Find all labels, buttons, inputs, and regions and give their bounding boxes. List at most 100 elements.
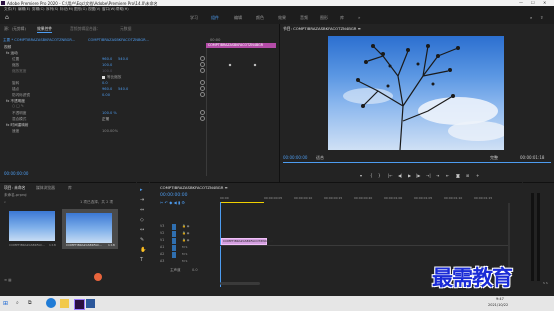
track-v2-label[interactable]: V2 [160,231,164,235]
go-to-out-button[interactable]: →| [426,173,431,178]
workspace-graphics[interactable]: 图形 [320,12,328,24]
track-mute-icon[interactable]: M S [182,259,187,263]
effect-time-remap[interactable]: fx 时间重映射 [6,123,29,128]
mask-tools-icon[interactable]: ○ □ ✎ [12,104,24,108]
keyframe-reset-icon[interactable] [200,86,205,91]
keyframe-reset-icon[interactable] [200,56,205,61]
workspace-color[interactable]: 颜色 [256,12,264,24]
type-tool-icon[interactable]: T [140,257,143,263]
add-marker-button[interactable]: ▾ [360,173,362,178]
clock-time[interactable]: 9:47 [496,297,504,301]
position-y[interactable]: 540.0 [118,57,128,61]
share-icon[interactable]: ⇪ [540,12,543,24]
keyframe-reset-icon[interactable] [200,62,205,67]
track-lock-icon[interactable]: 🔒 ◉ [182,224,189,228]
search-icon[interactable]: ⌕ [530,12,532,24]
scale-width-value[interactable]: 100.0 [102,69,112,73]
ec-clip-bar[interactable]: COMPTIBRAZASBKFACOTZN4BGR [206,43,276,48]
ripple-edit-tool-icon[interactable]: ⇔ [140,207,144,213]
workspace-effects[interactable]: 效果 [278,12,286,24]
compare-view-icon[interactable]: ⊞ [466,173,469,178]
opacity-value[interactable]: 100.0 % [102,111,117,115]
speed-value[interactable]: 100.00% [102,129,118,133]
time-ruler[interactable]: 00:00 00:00:00:05 00:00:00:10 00:00:00:1… [220,194,510,202]
clock-date[interactable]: 2021/10/22 [488,303,508,307]
mark-in-button[interactable]: { [370,173,373,178]
timeline-timecode[interactable]: 00:00:00:00 [160,193,187,198]
uniform-scale-checkbox[interactable] [102,76,105,79]
track-a2-label[interactable]: A2 [160,252,164,256]
work-area-bar[interactable] [220,202,264,203]
fit-select[interactable]: 适合 [316,155,324,161]
master-clip-label[interactable]: 主要 * COMPTIBRAZASBKFACOTZNBGR... [3,38,75,43]
timeline-video-clip[interactable]: COMPTIBRAZASBKFACOTZN4BGR [221,238,273,245]
tab-libraries[interactable]: 库 [68,185,72,191]
track-target-icon[interactable] [172,238,176,244]
keyframe-diamond-icon[interactable] [228,63,232,67]
razor-tool-icon[interactable]: ◇ [140,217,144,223]
quality-select[interactable]: 完整 [490,155,498,161]
workspace-libraries[interactable]: 库 [340,12,344,24]
meter-solo[interactable]: S S [543,281,548,285]
track-mute-icon[interactable]: M S [182,245,187,249]
step-forward-button[interactable]: |▶ [416,173,420,178]
workspace-assembly[interactable]: 组件 [211,12,219,24]
effect-motion[interactable]: fx 运动 [6,51,18,56]
track-a1-label[interactable]: A1 [160,245,164,249]
track-target-icon[interactable] [172,252,176,258]
workspace-audio[interactable]: 音频 [300,12,308,24]
scale-value[interactable]: 100.0 [102,63,112,67]
keyframe-reset-icon[interactable] [200,68,205,73]
track-lock-icon[interactable]: 🔒 ◉ [182,238,189,242]
keyframe-reset-icon[interactable] [200,92,205,97]
edge-icon[interactable] [46,298,56,308]
tab-audio-mixer[interactable]: 音频剪辑混合器： [70,26,100,32]
program-monitor-tab[interactable]: 节目: COMPTIBRAZASBKFACOTZN4BGR ≡ [283,26,361,32]
lift-button[interactable]: ⇥ [436,173,439,178]
play-button[interactable]: ▶ [408,173,411,178]
file-explorer-icon[interactable] [60,299,69,308]
hand-tool-icon[interactable]: ✋ [140,247,146,253]
tab-source[interactable]: 源：(无剪辑) [4,26,26,32]
antiflicker-value[interactable]: 0.00 [102,93,110,97]
extract-button[interactable]: ⇤ [446,173,449,178]
project-thumbnail[interactable] [9,211,55,241]
track-select-tool-icon[interactable]: ⇥ [140,197,144,203]
rotation-value[interactable]: 0.0 [102,81,108,85]
project-thumbnail[interactable] [66,213,112,243]
word-icon[interactable] [86,299,95,308]
track-v3-label[interactable]: V3 [160,224,164,228]
track-target-icon[interactable] [172,224,176,230]
button-editor-icon[interactable]: + [476,173,479,178]
keyframe-reset-icon[interactable] [200,116,205,121]
workspace-more[interactable]: » [358,12,360,24]
go-to-in-button[interactable]: |← [388,173,393,178]
position-x[interactable]: 960.0 [102,57,112,61]
slip-tool-icon[interactable]: ↔ [140,227,144,233]
track-target-icon[interactable] [172,231,176,237]
tab-media-browser[interactable]: 媒体浏览器 [36,185,55,191]
search-icon[interactable]: ⌕ [16,296,19,311]
tab-metadata[interactable]: 元数据 [120,26,131,32]
keyframe-reset-icon[interactable] [200,110,205,115]
track-lock-icon[interactable]: 🔒 ◉ [182,231,189,235]
windows-start-icon[interactable]: ⊞ [3,296,8,311]
anchor-y[interactable]: 540.0 [118,87,128,91]
step-back-button[interactable]: ◀| [398,173,402,178]
home-icon[interactable]: ⌂ [5,12,9,24]
workspace-learn[interactable]: 学习 [190,12,198,24]
camera-icon[interactable]: ◙ [456,173,460,178]
blend-mode-select[interactable]: 正常 [102,117,109,122]
track-v1-label[interactable]: V1 [160,238,164,242]
sequence-clip-label[interactable]: COMPTIBRAZASBKFACOTZNBGR... [88,38,149,42]
anchor-x[interactable]: 960.0 [102,87,112,91]
timeline-tab[interactable]: COMPTIBRAZASBKFACOTZN4BGR ≡ [160,185,228,190]
mark-out-button[interactable]: } [378,173,381,178]
timeline-tool-icons[interactable]: ✂ ↶ ◆ ◀ ▮ ⚙ [160,200,185,205]
track-mute-icon[interactable]: M S [182,252,187,256]
list-view-icon[interactable]: ≡ ▦ [4,278,12,282]
premiere-taskbar-icon[interactable] [74,299,85,310]
keyframe-diamond-icon[interactable] [253,63,257,67]
ec-timecode[interactable]: 00:00:00:00 [4,171,28,176]
track-target-icon[interactable] [172,245,176,251]
